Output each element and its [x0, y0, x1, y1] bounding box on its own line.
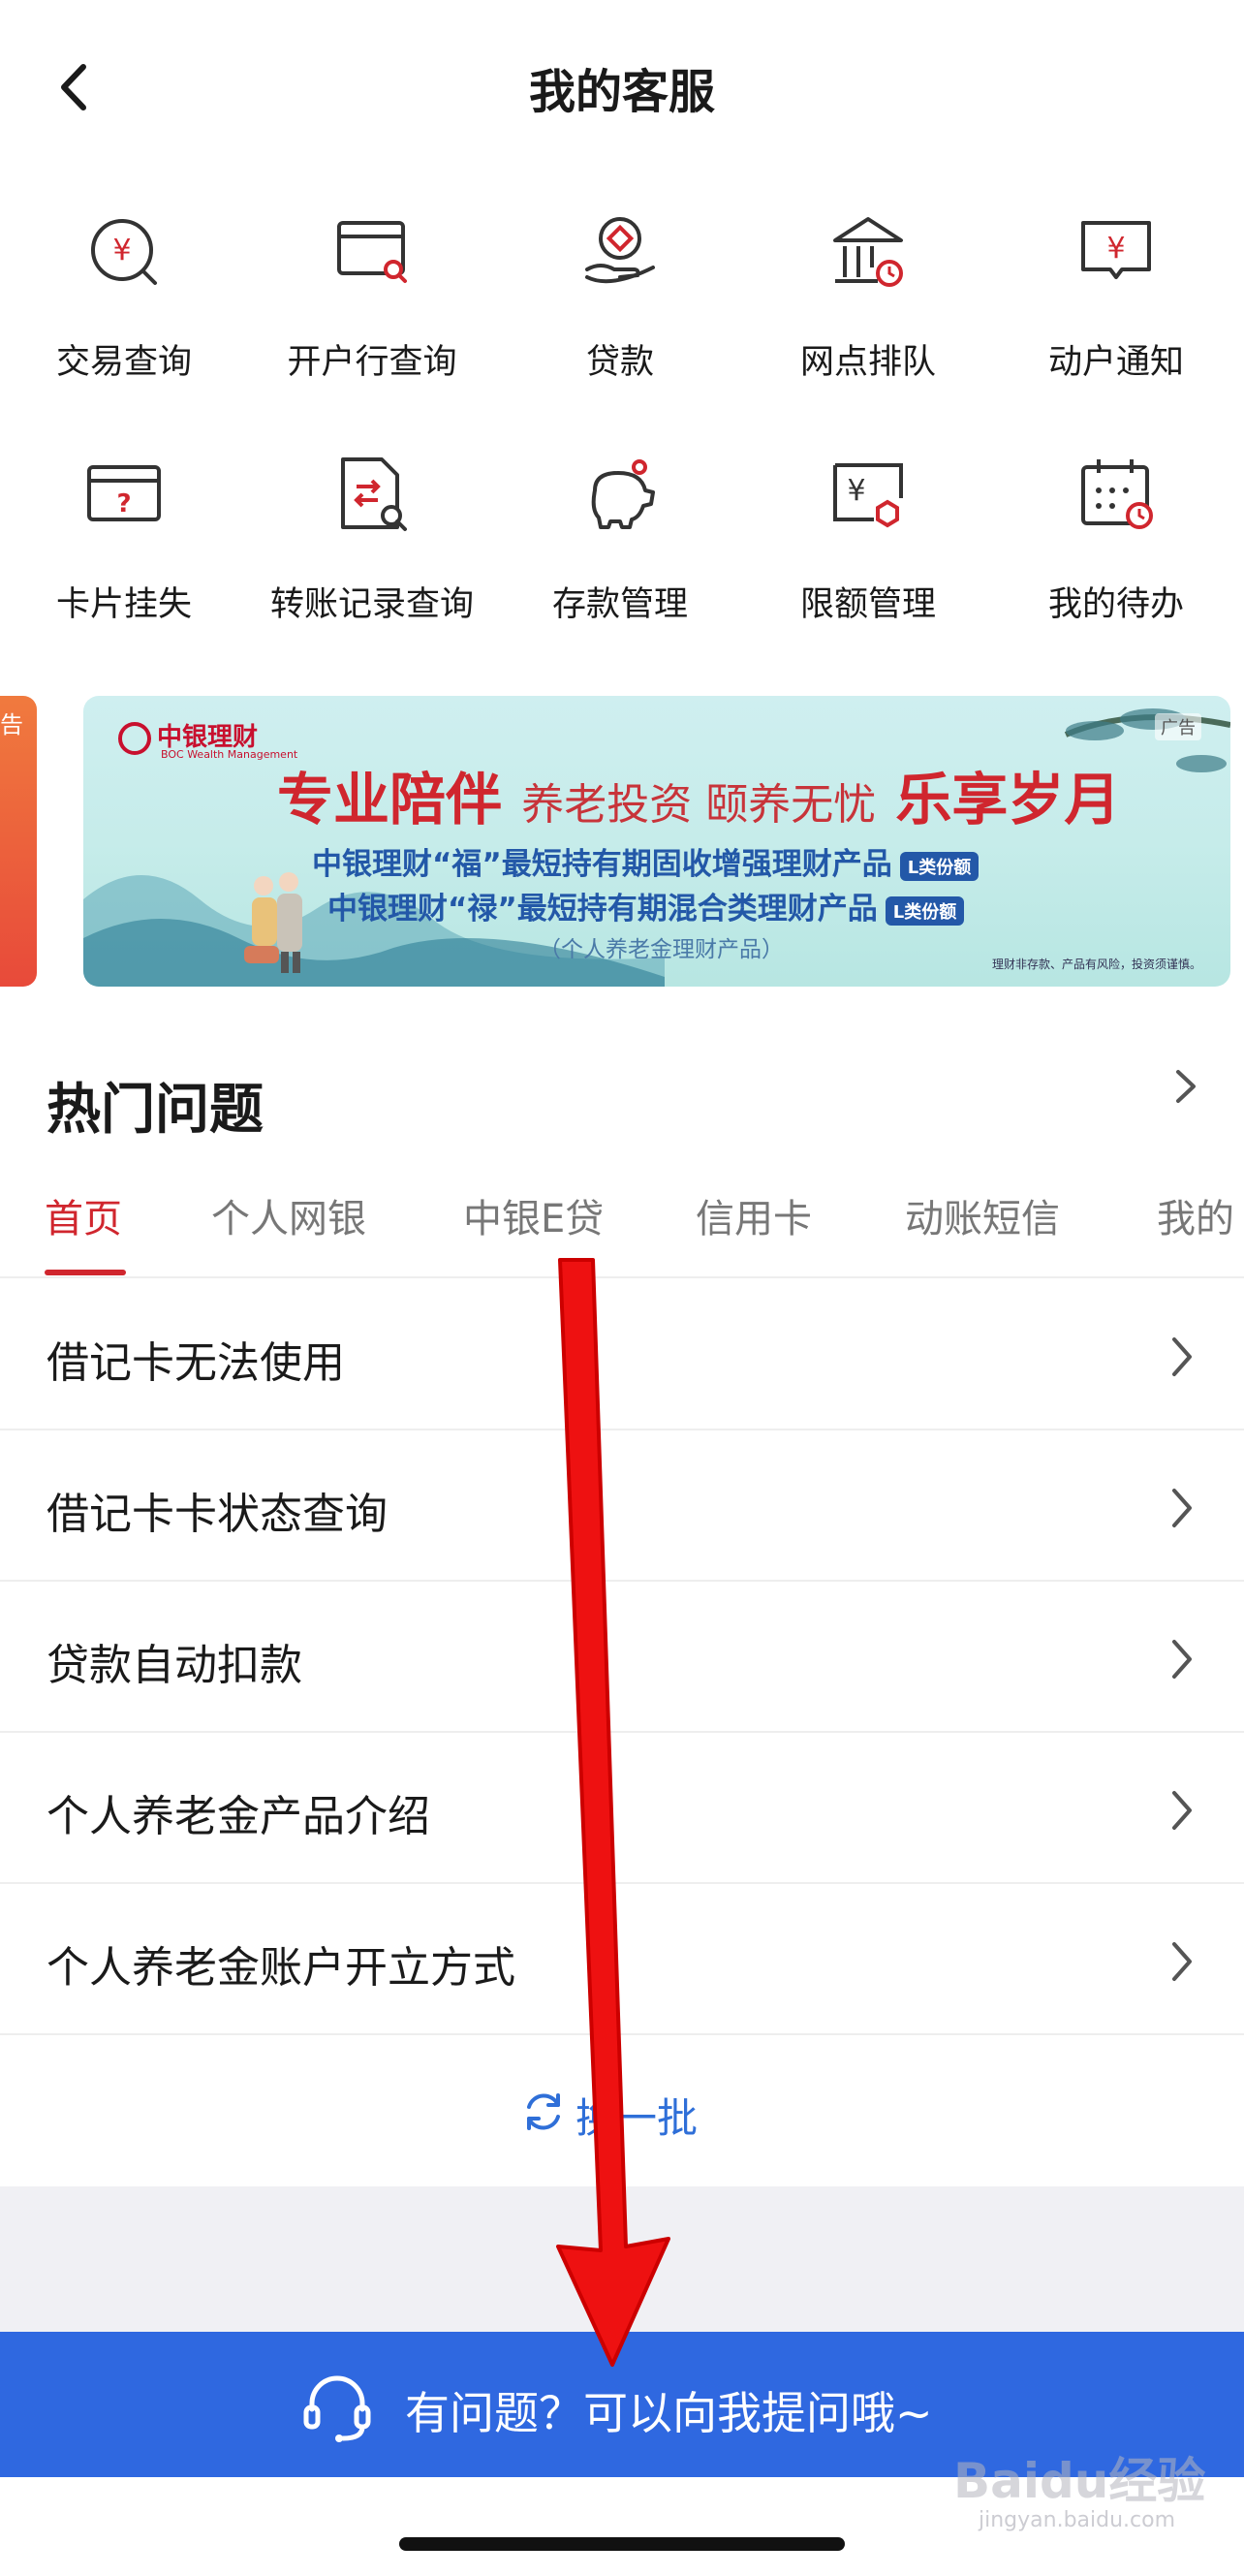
ad-badge: 广告	[1155, 713, 1201, 740]
header: 我的客服	[0, 0, 1244, 174]
elderly-couple-illustration	[244, 872, 302, 973]
grid-label: 存款管理	[551, 585, 688, 624]
question-text: 贷款自动扣款	[47, 1641, 302, 1690]
chevron-right-icon	[1172, 1337, 1192, 1376]
grid-label: 转账记录查询	[269, 585, 474, 624]
grid-item-branch-query[interactable]: 开户行查询	[248, 213, 496, 407]
chevron-right-icon	[1176, 1070, 1196, 1103]
tab-mine[interactable]: 我的	[1157, 1187, 1234, 1243]
svg-text:¥: ¥	[1106, 232, 1125, 266]
grid-label: 贷款	[585, 343, 654, 382]
grid-label: 动户通知	[1047, 343, 1184, 382]
banner-disclaimer: 理财非存款、产品有风险，投资须谨慎。	[991, 958, 1201, 971]
active-tab-indicator	[45, 1270, 126, 1275]
hot-questions-title: 热门问题	[47, 1079, 264, 1142]
watermark-sub: jingyan.baidu.com	[979, 2508, 1176, 2532]
chevron-right-icon	[1172, 1942, 1192, 1981]
list-item[interactable]: 个人养老金产品介绍	[0, 1733, 1244, 1884]
boc-logo-icon	[118, 721, 151, 755]
page-bottom-spacer	[0, 2186, 1244, 2332]
grid-item-transaction-query[interactable]: ¥ 交易查询	[0, 213, 248, 407]
banner-product-1: 中银理财“福”最短持有期固收增强理财产品 L类份额	[312, 839, 980, 883]
ad-banner[interactable]: 中银理财 BOC Wealth Management 广告 专业陪伴 养老投资 …	[83, 696, 1230, 987]
question-text: 借记卡卡状态查询	[47, 1490, 388, 1539]
grid-item-my-todo[interactable]: 我的待办	[992, 456, 1240, 649]
calendar-clock-icon	[1081, 459, 1153, 529]
piggy-bank-icon	[591, 459, 655, 529]
refresh-icon	[527, 2093, 560, 2130]
question-text: 借记卡无法使用	[47, 1338, 345, 1388]
grid-item-card-loss[interactable]: ? 卡片挂失	[0, 456, 248, 649]
card-search-icon	[337, 221, 407, 283]
page-title: 我的客服	[528, 65, 715, 119]
grid-item-activity-notice[interactable]: ¥ 动户通知	[992, 213, 1240, 407]
grid-label: 卡片挂失	[55, 585, 192, 624]
headset-icon	[303, 2375, 371, 2442]
question-text: 个人养老金产品介绍	[47, 1792, 430, 1841]
grid-item-branch-queue[interactable]: 网点排队	[744, 213, 992, 407]
question-text: 个人养老金账户开立方式	[47, 1943, 515, 1993]
svg-text:¥: ¥	[112, 234, 131, 267]
tab-credit-card[interactable]: 信用卡	[696, 1187, 812, 1243]
home-indicator	[399, 2537, 845, 2551]
yuan-search-icon: ¥	[91, 219, 157, 285]
banner-peek-text: 告	[0, 711, 23, 738]
grid-label: 网点排队	[799, 343, 936, 382]
grid-label: 开户行查询	[287, 343, 457, 382]
svg-text:?: ?	[116, 489, 131, 518]
share-class-tag: L类份额	[899, 851, 980, 881]
list-item[interactable]: 借记卡无法使用	[0, 1279, 1244, 1430]
list-item[interactable]: 借记卡卡状态查询	[0, 1430, 1244, 1582]
yuan-message-icon: ¥	[1081, 221, 1151, 279]
list-item[interactable]: 个人养老金账户开立方式	[0, 1884, 1244, 2035]
grid-label: 我的待办	[1047, 585, 1184, 624]
banner-headline: 专业陪伴 养老投资 颐养无忧 乐享岁月	[277, 767, 1121, 832]
banner-product-2: 中银理财“禄”最短持有期混合类理财产品 L类份额	[327, 884, 965, 927]
tab-personal-ebank[interactable]: 个人网银	[211, 1187, 366, 1243]
chevron-right-icon	[1172, 1640, 1192, 1679]
grid-item-limit-management[interactable]: ¥ 限额管理	[744, 456, 992, 649]
tab-account-sms[interactable]: 动账短信	[905, 1187, 1060, 1243]
bank-clock-icon	[833, 217, 903, 287]
tab-boc-e-loan[interactable]: 中银E贷	[463, 1187, 604, 1243]
yuan-limit-icon: ¥	[833, 463, 903, 528]
grid-item-transfer-records[interactable]: 转账记录查询	[248, 456, 496, 649]
chevron-right-icon	[1172, 1489, 1192, 1527]
grid-label: 限额管理	[799, 585, 936, 624]
share-class-tag: L类份额	[885, 895, 965, 926]
refresh-questions-button[interactable]: 换一批	[0, 2064, 1244, 2161]
banner-note: （个人养老金理财产品）	[539, 937, 784, 962]
card-question-icon: ?	[87, 465, 161, 521]
svg-text:¥: ¥	[847, 474, 865, 508]
hand-coin-icon	[585, 217, 655, 284]
question-tabs: 首页 个人网银 中银E贷 信用卡 动账短信 我的	[0, 1168, 1244, 1278]
tab-home[interactable]: 首页	[45, 1187, 122, 1243]
list-item[interactable]: 贷款自动扣款	[0, 1582, 1244, 1733]
ask-label: 有问题？可以向我提问哦~	[405, 2387, 933, 2439]
banner-previous-peek[interactable]: 告	[0, 696, 37, 987]
refresh-label: 换一批	[575, 2094, 699, 2142]
grid-item-deposit-management[interactable]: 存款管理	[496, 456, 744, 649]
hot-questions-more-button[interactable]	[1161, 1062, 1209, 1111]
chevron-right-icon	[1172, 1791, 1192, 1830]
transfer-doc-icon	[341, 457, 407, 531]
grid-item-loan[interactable]: 贷款	[496, 213, 744, 407]
watermark: Baidu经验	[953, 2453, 1206, 2509]
grid-label: 交易查询	[55, 343, 192, 382]
